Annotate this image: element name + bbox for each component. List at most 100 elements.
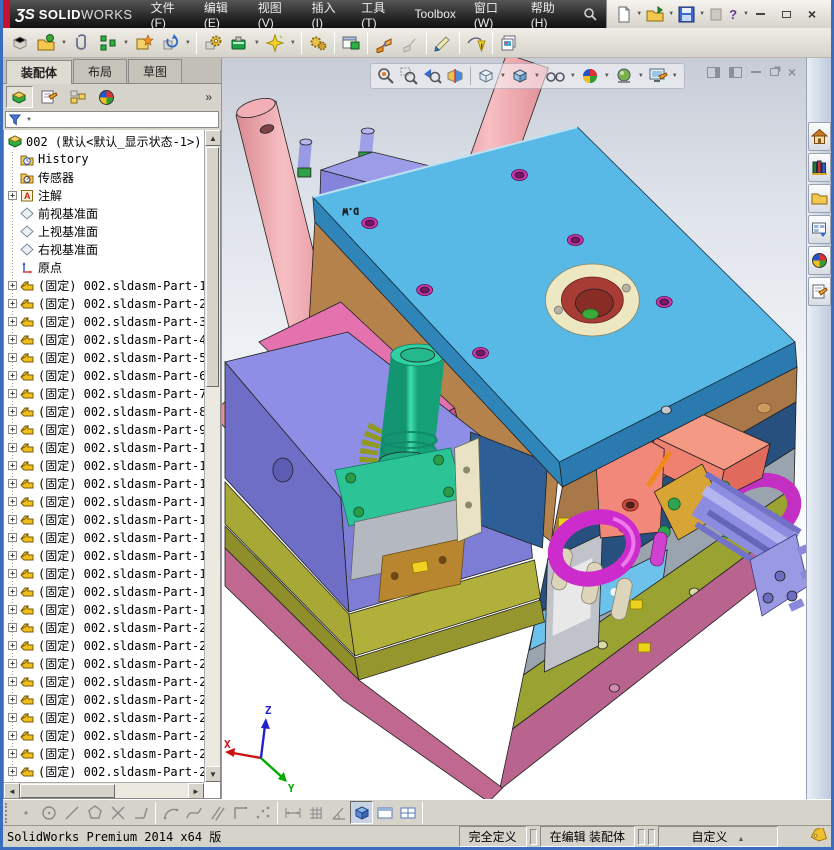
custom-status-dropdown[interactable]: 自定义 ▲: [658, 826, 778, 847]
shaded-view-icon[interactable]: [350, 801, 373, 824]
polygon-icon[interactable]: [83, 801, 106, 824]
vertical-scroll-thumb[interactable]: [206, 147, 219, 387]
viewport-single-icon[interactable]: [373, 801, 396, 824]
move-component-icon[interactable]: [157, 30, 183, 56]
search-icon[interactable]: [575, 0, 606, 28]
attach-icon[interactable]: [69, 30, 95, 56]
doc-close-icon[interactable]: ×: [788, 64, 796, 80]
expand-toggle[interactable]: +: [8, 424, 17, 434]
expand-toggle[interactable]: +: [8, 496, 17, 506]
tree-part-row[interactable]: + (固定) 002.sldasm-Part-24<1: [6, 690, 204, 708]
open-part-caret-icon[interactable]: ▼: [61, 40, 67, 46]
expand-toggle[interactable]: +: [8, 514, 17, 524]
filter-caret-icon[interactable]: ▼: [26, 117, 32, 123]
instant-3d-icon[interactable]: [430, 30, 456, 56]
expand-toggle[interactable]: +: [8, 766, 17, 776]
tree-vertical-scrollbar[interactable]: ▲ ▼: [204, 130, 220, 782]
expand-toggle[interactable]: +: [8, 658, 17, 668]
design-library-icon[interactable]: [807, 153, 831, 182]
feature-tree[interactable]: 002 (默认<默认_显示状态-1>) + History + 传感器 +: [3, 130, 221, 799]
display-style-caret-icon[interactable]: ▼: [534, 73, 540, 79]
tree-part-row[interactable]: + (固定) 002.sldasm-Part-11<1: [6, 456, 204, 474]
tab-sketch[interactable]: 草图: [128, 59, 183, 83]
tag-icon[interactable]: [810, 826, 828, 845]
tree-part-row[interactable]: + (固定) 002.sldasm-Part-22<1: [6, 654, 204, 672]
view-settings-caret-icon[interactable]: ▼: [672, 73, 678, 79]
expand-toggle[interactable]: +: [8, 478, 17, 488]
3d-model-viewport[interactable]: D.W X Z Y: [222, 58, 806, 799]
tree-item-sensors[interactable]: + 传感器: [6, 168, 204, 186]
expand-toggle[interactable]: +: [8, 730, 17, 740]
tree-part-row[interactable]: + (固定) 002.sldasm-Part-4<1: [6, 330, 204, 348]
tree-part-row[interactable]: + (固定) 002.sldasm-Part-3<1: [6, 312, 204, 330]
appearances-icon[interactable]: [807, 246, 831, 275]
scroll-down-icon[interactable]: ▼: [205, 766, 220, 782]
hide-show-items-icon[interactable]: [543, 65, 567, 87]
expand-toggle[interactable]: +: [8, 586, 17, 596]
spline-icon[interactable]: [182, 801, 205, 824]
tree-part-row[interactable]: + (固定) 002.sldasm-Part-12<1: [6, 474, 204, 492]
configuration-manager-tab-icon[interactable]: [64, 86, 91, 108]
tree-item-front-plane[interactable]: + 前视基准面: [6, 204, 204, 222]
tree-item-right-plane[interactable]: + 右视基准面: [6, 240, 204, 258]
toolbox-icon[interactable]: [226, 30, 252, 56]
view-palette-icon[interactable]: [807, 215, 831, 244]
previous-view-icon[interactable]: [421, 65, 443, 87]
rebuild-icon[interactable]: [708, 6, 724, 23]
expand-toggle[interactable]: +: [8, 532, 17, 542]
horizontal-scroll-thumb[interactable]: [20, 784, 115, 798]
assembly-features-icon[interactable]: [305, 30, 331, 56]
tree-part-row[interactable]: + (固定) 002.sldasm-Part-14<1: [6, 510, 204, 528]
smart-dimension-icon[interactable]: [281, 801, 304, 824]
doc-restore-icon[interactable]: [769, 68, 779, 76]
expand-toggle[interactable]: +: [8, 316, 17, 326]
help-icon[interactable]: ?: [726, 7, 740, 22]
tree-part-row[interactable]: + (固定) 002.sldasm-Part-2<1: [6, 294, 204, 312]
scroll-right-icon[interactable]: ►: [188, 783, 204, 798]
speedpak-warning-icon[interactable]: !: [463, 30, 489, 56]
expand-toggle[interactable]: +: [8, 694, 17, 704]
expand-toggle[interactable]: +: [8, 388, 17, 398]
help-caret-icon[interactable]: ▼: [743, 11, 749, 17]
point-icon[interactable]: [14, 801, 37, 824]
edit-appearance-caret-icon[interactable]: ▼: [604, 73, 610, 79]
property-manager-tab-icon[interactable]: [35, 86, 62, 108]
expand-toggle[interactable]: +: [8, 334, 17, 344]
tree-filter-input[interactable]: ▼: [5, 111, 219, 128]
points-icon[interactable]: [251, 801, 274, 824]
smart-fasteners-icon[interactable]: [200, 30, 226, 56]
menu-toolbox[interactable]: Toolbox: [407, 4, 464, 24]
expand-toggle[interactable]: +: [8, 190, 17, 200]
hide-show-caret-icon[interactable]: ▼: [570, 73, 576, 79]
tree-part-row[interactable]: + (固定) 002.sldasm-Part-25<1: [6, 708, 204, 726]
open-caret-icon[interactable]: ▼: [668, 11, 674, 17]
tree-part-row[interactable]: + (固定) 002.sldasm-Part-9<1: [6, 420, 204, 438]
expand-toggle[interactable]: +: [8, 568, 17, 578]
expand-toggle[interactable]: +: [8, 550, 17, 560]
section-view-icon[interactable]: [444, 65, 466, 87]
angle-dimension-icon[interactable]: [327, 801, 350, 824]
toolbox-caret-icon[interactable]: ▼: [254, 40, 260, 46]
expand-toggle[interactable]: +: [8, 604, 17, 614]
save-icon[interactable]: [677, 5, 696, 24]
panel-overflow-chevron[interactable]: »: [205, 90, 218, 104]
expand-toggle[interactable]: +: [8, 712, 17, 722]
minimize-button[interactable]: [751, 7, 769, 22]
sparkle-caret-icon[interactable]: ▼: [290, 40, 296, 46]
view-settings-icon[interactable]: [647, 65, 669, 87]
exploded-view-icon[interactable]: [371, 30, 397, 56]
image-capture-icon[interactable]: [496, 30, 522, 56]
expand-toggle[interactable]: +: [8, 442, 17, 452]
doc-minimize-icon[interactable]: [750, 71, 761, 73]
sparkle-feature-icon[interactable]: [262, 30, 288, 56]
graphics-area[interactable]: D.W X Z Y ▼ ▼ ▼ ▼ ▼ ▼ ×: [221, 58, 806, 799]
tree-part-row[interactable]: + (固定) 002.sldasm-Part-7<1: [6, 384, 204, 402]
tree-part-row[interactable]: + (固定) 002.sldasm-Part-21<1: [6, 636, 204, 654]
file-explorer-icon[interactable]: [807, 184, 831, 213]
tree-item-annotations[interactable]: + A 注解: [6, 186, 204, 204]
zoom-area-icon[interactable]: [398, 65, 420, 87]
feature-manager-tab-icon[interactable]: [6, 86, 33, 108]
exploded-sketch-lines-icon[interactable]: [397, 30, 423, 56]
grid-icon[interactable]: [304, 801, 327, 824]
tree-part-row[interactable]: + (固定) 002.sldasm-Part-20<1: [6, 618, 204, 636]
